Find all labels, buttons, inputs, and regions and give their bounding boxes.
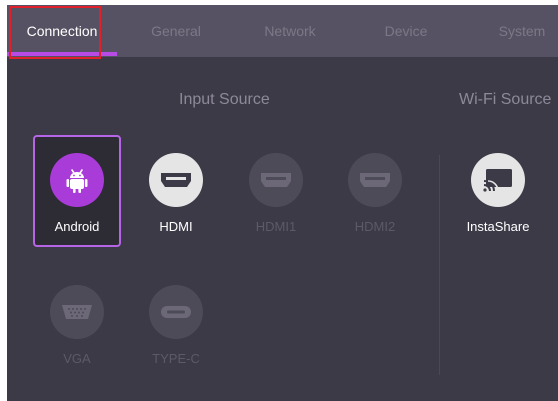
source-hdmi[interactable]: HDMI — [132, 135, 220, 247]
source-vga[interactable]: VGA — [33, 267, 121, 379]
hdmi-icon — [149, 153, 203, 207]
section-divider — [439, 155, 440, 375]
source-label: HDMI1 — [255, 219, 297, 234]
source-type-c[interactable]: TYPE-C — [132, 267, 220, 379]
hdmi-icon — [249, 153, 303, 207]
source-label: HDMI — [159, 219, 193, 234]
tab-network[interactable]: Network — [248, 5, 332, 57]
source-label: InstaShare — [466, 219, 530, 234]
wifi-source-title: Wi-Fi Source — [459, 91, 552, 108]
settings-screen: Connection General Network Device System… — [7, 5, 558, 401]
hdmi-icon — [348, 153, 402, 207]
source-label: Android — [54, 219, 100, 234]
tab-system[interactable]: System — [480, 5, 558, 57]
tab-device[interactable]: Device — [364, 5, 448, 57]
tab-general[interactable]: General — [134, 5, 218, 57]
source-instashare[interactable]: InstaShare — [454, 135, 542, 247]
input-source-title: Input Source — [179, 91, 270, 108]
source-label: VGA — [63, 351, 91, 366]
source-hdmi1[interactable]: HDMI1 — [232, 135, 320, 247]
android-icon — [50, 153, 104, 207]
annotation-highlight-box — [9, 6, 101, 59]
source-hdmi2[interactable]: HDMI2 — [331, 135, 419, 247]
usb-c-icon — [149, 285, 203, 339]
vga-icon — [50, 285, 104, 339]
source-label: TYPE-C — [152, 351, 200, 366]
screen-cast-icon — [471, 153, 525, 207]
source-label: HDMI2 — [354, 219, 396, 234]
source-android[interactable]: Android — [33, 135, 121, 247]
